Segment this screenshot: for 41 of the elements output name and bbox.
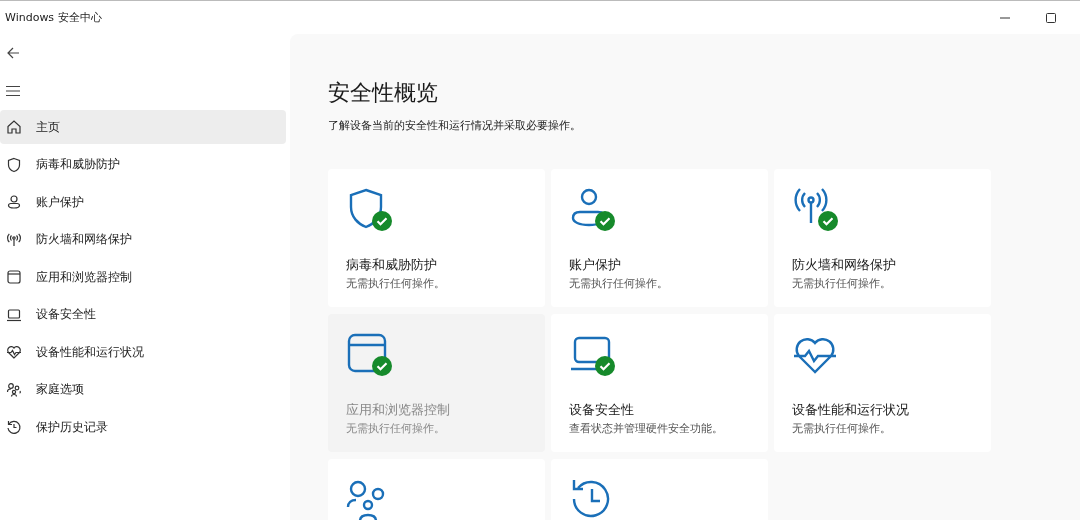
sidebar-item[interactable]: 账户保护 [0, 185, 286, 219]
history-icon [6, 419, 22, 435]
shield-icon [6, 156, 22, 173]
status-card[interactable]: 防火墙和网络保护 无需执行任何操作。 [774, 169, 991, 307]
card-title: 账户保护 [569, 257, 622, 274]
maximize-icon [1045, 11, 1057, 24]
card-status: 无需执行任何操作。 [346, 276, 446, 291]
sidebar-item[interactable]: 病毒和威胁防护 [0, 147, 286, 182]
back-arrow-icon [6, 46, 20, 60]
card-status: 无需执行任何操作。 [346, 421, 446, 436]
sidebar-item[interactable]: 应用和浏览器控制 [0, 260, 286, 294]
window-title: Windows 安全中心 [4, 10, 102, 25]
page-description: 了解设备当前的安全性和运行情况并采取必要操作。 [328, 118, 582, 133]
card-title: 应用和浏览器控制 [346, 402, 451, 419]
people-icon [6, 381, 22, 398]
house-icon [6, 119, 22, 135]
card-title: 设备性能和运行状况 [792, 402, 910, 419]
card-title: 设备安全性 [569, 402, 635, 419]
card-status: 查看状态并管理硬件安全功能。 [569, 421, 724, 436]
status-card[interactable]: 病毒和威胁防护 无需执行任何操作。 [328, 169, 545, 307]
sidebar-item[interactable]: 设备安全性 [0, 297, 286, 332]
sidebar-item[interactable]: 保护历史记录 [0, 410, 286, 444]
page-heading: 安全性概览 [328, 79, 439, 107]
status-card[interactable]: 账户保护 无需执行任何操作。 [551, 169, 768, 307]
laptop-icon [6, 306, 22, 323]
card-title: 病毒和威胁防护 [346, 257, 438, 274]
card-status: 无需执行任何操作。 [792, 276, 892, 291]
antenna-icon [6, 231, 22, 248]
sidebar-item[interactable]: 主页 [0, 110, 286, 144]
card-title: 防火墙和网络保护 [792, 257, 897, 274]
card-status: 无需执行任何操作。 [792, 421, 892, 436]
sidebar-item[interactable]: 防火墙和网络保护 [0, 222, 286, 257]
window-icon [6, 269, 22, 285]
status-card[interactable]: 设备性能和运行状况 无需执行任何操作。 [774, 314, 991, 452]
sidebar-item[interactable]: 设备性能和运行状况 [0, 335, 286, 369]
person-icon [6, 194, 22, 210]
heart-pulse-icon [6, 344, 22, 360]
card-status: 无需执行任何操作。 [569, 276, 669, 291]
menu-icon [6, 85, 20, 97]
status-card[interactable]: 设备安全性 查看状态并管理硬件安全功能。 [551, 314, 768, 452]
sidebar-item[interactable]: 家庭选项 [0, 372, 286, 407]
